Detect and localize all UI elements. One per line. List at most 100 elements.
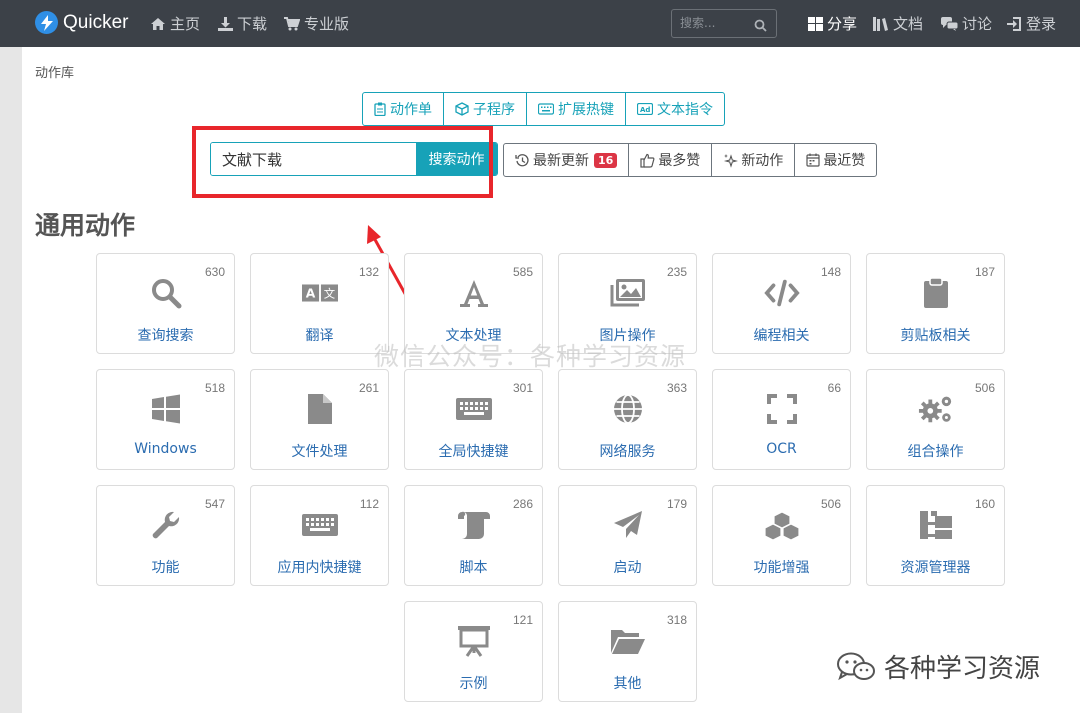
sort-most-liked-button[interactable]: 最多赞 xyxy=(629,144,713,176)
library-tabs: 动作单 子程序 扩展热键 Ad 文本指令 xyxy=(362,92,725,126)
category-card[interactable]: 112 应用内快捷键 xyxy=(250,485,389,586)
category-label: 应用内快捷键 xyxy=(277,560,362,576)
globe-icon xyxy=(610,391,646,427)
sort-new-label: 新动作 xyxy=(741,153,784,169)
sort-latest-button[interactable]: 最新更新 16 xyxy=(504,144,630,176)
category-card[interactable]: 187 剪贴板相关 xyxy=(866,253,1005,354)
scroll-icon xyxy=(456,507,492,543)
action-count: 66 xyxy=(827,381,841,395)
watermark-text: 微信公众号：各种学习资源 xyxy=(374,342,687,371)
action-count: 363 xyxy=(666,381,687,395)
tab-subprogram[interactable]: 子程序 xyxy=(444,93,527,125)
category-label: 剪贴板相关 xyxy=(900,328,971,344)
category-label: 文件处理 xyxy=(291,444,348,460)
action-count: 518 xyxy=(204,381,225,395)
action-count: 160 xyxy=(974,497,995,511)
nav-pro[interactable]: 专业版 xyxy=(284,13,349,34)
category-label: 组合操作 xyxy=(907,444,964,460)
sort-most-liked-label: 最多赞 xyxy=(658,153,701,169)
category-label: 全局快捷键 xyxy=(438,444,509,460)
action-count: 148 xyxy=(820,265,841,279)
action-count: 286 xyxy=(512,497,533,511)
history-icon xyxy=(515,153,529,166)
comments-icon xyxy=(941,16,958,31)
download-icon xyxy=(218,16,233,31)
tab-hotkeys-label: 扩展热键 xyxy=(558,102,614,118)
category-card[interactable]: 286 脚本 xyxy=(404,485,543,586)
search-icon[interactable] xyxy=(754,17,767,36)
windows-grid-icon xyxy=(808,16,823,31)
nav-download[interactable]: 下载 xyxy=(218,13,267,34)
action-count: 506 xyxy=(820,497,841,511)
expand-icon xyxy=(764,391,800,427)
sitemap-icon xyxy=(918,507,954,543)
tab-subprogram-label: 子程序 xyxy=(473,102,515,118)
category-card[interactable]: 518 Windows xyxy=(96,369,235,470)
nav-docs[interactable]: 文档 xyxy=(873,13,923,34)
action-count: 585 xyxy=(512,265,533,279)
category-card[interactable]: 547 功能 xyxy=(96,485,235,586)
nav-login-label: 登录 xyxy=(1026,15,1057,33)
sort-recent-liked-button[interactable]: 最近赞 xyxy=(795,144,876,176)
nav-share-label: 分享 xyxy=(827,15,858,33)
nav-discuss[interactable]: 讨论 xyxy=(941,13,992,34)
images-icon xyxy=(610,275,646,311)
category-label: Windows xyxy=(134,441,197,457)
clipboard-icon xyxy=(918,275,954,311)
tab-text-commands[interactable]: Ad 文本指令 xyxy=(626,93,724,125)
translate-icon: A文 xyxy=(301,275,338,311)
tab-hotkeys[interactable]: 扩展热键 xyxy=(527,93,626,125)
category-label: 启动 xyxy=(613,560,642,576)
cogs-icon xyxy=(918,391,954,427)
tab-action-list-label: 动作单 xyxy=(390,102,432,118)
category-card[interactable]: 160 资源管理器 xyxy=(866,485,1005,586)
brand[interactable]: Quicker xyxy=(35,11,128,34)
tab-action-list[interactable]: 动作单 xyxy=(363,93,444,125)
category-card[interactable]: 132 A 文翻译 xyxy=(250,253,389,354)
category-card[interactable]: 506 组合操作 xyxy=(866,369,1005,470)
action-count: 547 xyxy=(204,497,225,511)
category-card[interactable]: 261 文件处理 xyxy=(250,369,389,470)
svg-text:文: 文 xyxy=(323,287,334,301)
sort-new-button[interactable]: 新动作 xyxy=(712,144,796,176)
category-label: 翻译 xyxy=(305,328,334,344)
home-icon xyxy=(151,17,165,30)
category-card[interactable]: 179 启动 xyxy=(558,485,697,586)
category-card[interactable]: 301 全局快捷键 xyxy=(404,369,543,470)
folder-open-icon xyxy=(610,623,646,659)
action-count: 179 xyxy=(666,497,687,511)
nav-search-input[interactable] xyxy=(680,16,750,30)
category-label: OCR xyxy=(766,441,797,457)
keyboard-icon xyxy=(538,103,554,115)
category-label: 编程相关 xyxy=(753,328,810,344)
action-count: 121 xyxy=(512,613,533,627)
category-card[interactable]: 630 查询搜索 xyxy=(96,253,235,354)
category-card[interactable]: 66 OCR xyxy=(712,369,851,470)
nav-share[interactable]: 分享 xyxy=(808,13,857,34)
category-card[interactable]: 148 编程相关 xyxy=(712,253,851,354)
category-label: 查询搜索 xyxy=(137,328,194,344)
windows-icon xyxy=(148,391,184,427)
lightning-logo-icon xyxy=(35,11,58,34)
sort-options: 最新更新 16 最多赞 新动作 最近赞 xyxy=(503,143,878,177)
code-icon xyxy=(763,275,800,311)
nav-home[interactable]: 主页 xyxy=(150,13,200,34)
nav-login[interactable]: 登录 xyxy=(1007,13,1056,34)
action-count: 318 xyxy=(666,613,687,627)
breadcrumb: 动作库 xyxy=(35,66,75,81)
category-card[interactable]: 363 网络服务 xyxy=(558,369,697,470)
nav-download-label: 下载 xyxy=(237,15,268,33)
category-card[interactable]: 318 其他 xyxy=(558,601,697,702)
nav-search-box xyxy=(671,9,777,38)
wechat-account-name: 各种学习资源 xyxy=(884,654,1041,684)
annotation-highlight-box xyxy=(192,126,493,198)
nav-docs-label: 文档 xyxy=(893,15,924,33)
cart-icon xyxy=(284,16,300,30)
category-card[interactable]: 121 示例 xyxy=(404,601,543,702)
paper-plane-icon xyxy=(610,507,646,543)
wechat-icon xyxy=(837,652,875,680)
font-icon xyxy=(456,275,492,311)
wechat-account: 各种学习资源 xyxy=(836,648,1040,685)
file-icon xyxy=(302,391,338,427)
category-card[interactable]: 506 功能增强 xyxy=(712,485,851,586)
